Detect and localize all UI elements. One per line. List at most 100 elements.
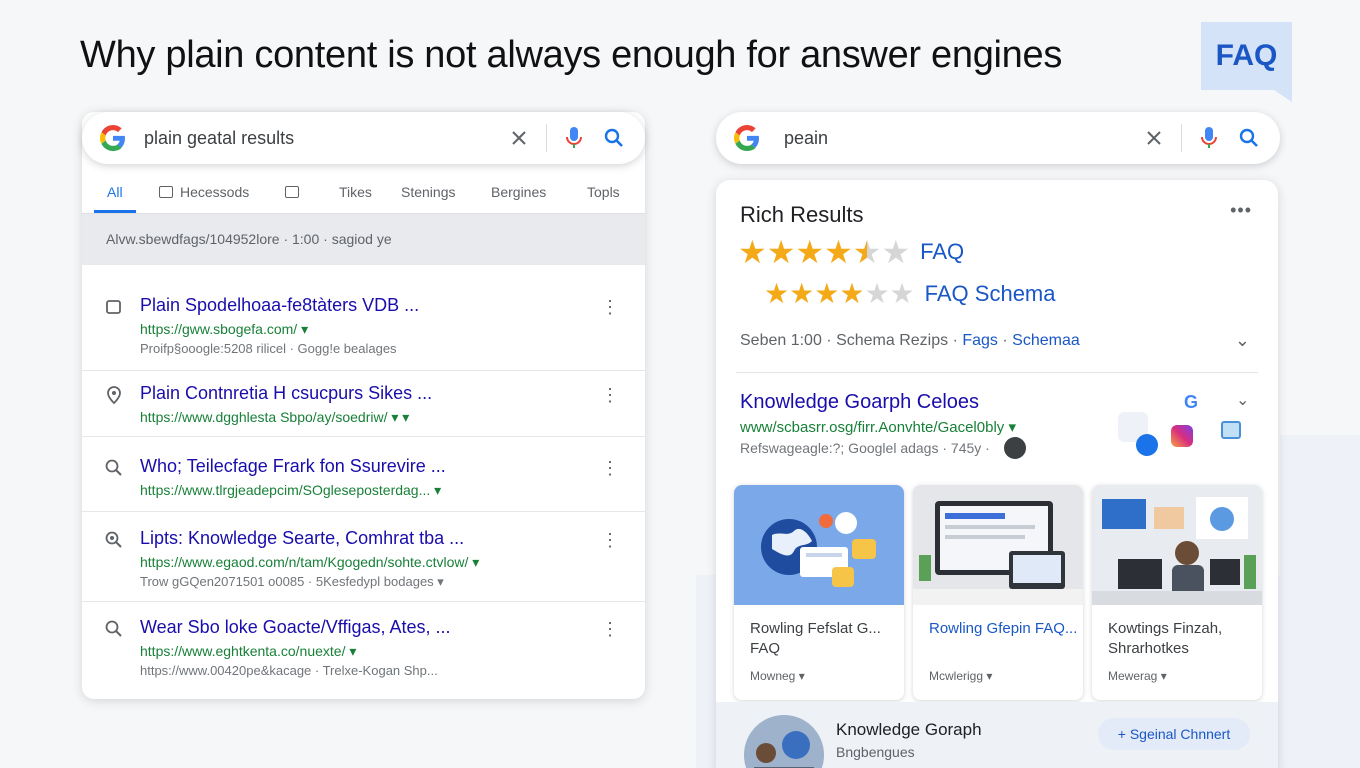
chevron-down-icon[interactable]: ⌄	[1235, 330, 1250, 351]
google-g-icon: G	[1184, 392, 1199, 412]
search-result[interactable]: Who; Teilecfage Frark fon Ssurevire ... …	[82, 444, 645, 512]
result-url[interactable]: https://www.egaod.com/n/tam/Kgogedn/soht…	[140, 554, 479, 571]
card-title[interactable]: Rowling Fefslat G... FAQ	[750, 619, 900, 659]
instagram-icon	[1171, 425, 1193, 447]
image-icon	[1221, 421, 1241, 439]
tab-settings[interactable]: Stenings	[401, 184, 455, 200]
card-meta: Mcwlerigg ▾	[929, 669, 993, 683]
tab-engines[interactable]: Bergines	[491, 184, 546, 200]
star-icon: ★	[766, 234, 796, 270]
more-options-icon[interactable]: ⋮	[601, 385, 619, 406]
google-logo-icon	[100, 125, 125, 151]
more-options-icon[interactable]: ⋮	[601, 530, 619, 551]
star-icon: ★	[881, 234, 911, 270]
search-result[interactable]: Plain Spodelhoaa-fe8tàters VDB ... https…	[82, 283, 645, 371]
globe-illustration	[734, 485, 904, 605]
divider	[736, 372, 1258, 373]
rich-result-meta: Seben 1:00 · Schema Rezips · Fags · Sche…	[740, 332, 1080, 350]
page-title: Why plain content is not always enough f…	[80, 34, 1063, 76]
rating-label[interactable]: FAQ	[920, 239, 964, 265]
meta-link[interactable]: Schemaa	[1012, 332, 1080, 349]
search-icon[interactable]	[601, 125, 627, 151]
panel-title: Rich Results	[740, 202, 864, 227]
square-icon	[106, 300, 121, 314]
app-icon	[1004, 437, 1026, 459]
rating-row: ★ ★ ★ ★ ★ ★ FAQ	[738, 236, 964, 268]
search-result[interactable]: Plain Contnretia H csucpurs Sikes ... ht…	[82, 371, 645, 437]
knowledge-graph-card-subtitle: Bngbengues	[836, 744, 915, 760]
clear-icon[interactable]	[506, 125, 532, 151]
background-panel	[1280, 435, 1360, 768]
zoom-icon	[105, 531, 122, 548]
card-meta: Mowneg ▾	[750, 669, 805, 683]
video-icon	[285, 186, 299, 198]
result-card[interactable]: Rowling Fefslat G... FAQ Mowneg ▾	[734, 485, 904, 700]
result-meta: Proifp§ooogle:5208 rilicel · Gogg!e beal…	[140, 341, 397, 356]
clear-icon[interactable]	[1141, 125, 1167, 151]
result-title[interactable]: Wear Sbo loke Goacte/Vffigas, Ates, ...	[140, 617, 451, 638]
right-search-bar[interactable]: peain	[716, 112, 1280, 164]
chevron-down-icon[interactable]: ⌄	[1236, 390, 1249, 410]
more-options-icon[interactable]: •••	[1230, 200, 1252, 221]
tab-tools[interactable]: Topls	[587, 184, 620, 200]
knowledge-graph-title[interactable]: Knowledge Goarph Celoes	[740, 391, 979, 414]
divider	[546, 124, 547, 152]
card-title[interactable]: Kowtings Finzah, Shrarhotkes	[1108, 619, 1258, 659]
more-options-icon[interactable]: ⋮	[601, 619, 619, 640]
result-title[interactable]: Plain Spodelhoaa-fe8tàters VDB ...	[140, 295, 419, 316]
result-url[interactable]: https://www.eghtkenta.co/nuexte/ ▾	[140, 643, 356, 660]
images-icon	[159, 186, 173, 198]
card-title[interactable]: Rowling Gfepin FAQ...	[929, 619, 1079, 639]
location-pin-icon	[107, 386, 121, 405]
monitor-illustration	[913, 485, 1083, 605]
search-result[interactable]: Wear Sbo loke Goacte/Vffigas, Ates, ... …	[82, 605, 645, 689]
tab-all[interactable]: All	[107, 184, 123, 200]
chrome-icon	[1136, 434, 1158, 456]
result-title[interactable]: Plain Contnretia H csucpurs Sikes ...	[140, 383, 432, 404]
rating-label[interactable]: FAQ Schema	[925, 281, 1056, 307]
knowledge-graph-card-title[interactable]: Knowledge Goraph	[836, 720, 982, 740]
result-card[interactable]: Kowtings Finzah, Shrarhotkes Mewerag ▾	[1092, 485, 1262, 700]
search-icon	[105, 459, 122, 476]
star-icon: ★	[864, 278, 890, 309]
star-icon: ★	[764, 278, 790, 309]
microphone-icon[interactable]	[561, 125, 587, 151]
result-url[interactable]: https://gww.sbogefa.com/ ▾	[140, 321, 308, 338]
result-title[interactable]: Who; Teilecfage Frark fon Ssurevire ...	[140, 456, 446, 477]
google-logo-icon	[734, 125, 759, 151]
search-result[interactable]: Lipts: Knowledge Searte, Comhrat tba ...…	[82, 516, 645, 602]
star-icon: ★	[789, 278, 815, 309]
result-url[interactable]: https://www.dgghlesta Sbpo/ay/soedriw/ ▾…	[140, 409, 409, 426]
add-button[interactable]: + Sgeinal Chnnert	[1098, 718, 1250, 750]
meta-separator: ·	[997, 332, 1013, 349]
knowledge-graph-url[interactable]: www/scbasrr.osg/firr.Aonvhte/Gacel0bly ▾	[740, 418, 1016, 436]
meta-link[interactable]: Fags	[962, 332, 998, 349]
star-icon: ★	[738, 234, 767, 270]
search-input[interactable]: plain geatal results	[144, 128, 492, 149]
knowledge-graph-meta: Refswageagle:?; Googlel adags · 745y ·	[740, 440, 990, 456]
tab-videos[interactable]: Tikes	[339, 184, 372, 200]
result-card[interactable]: Rowling Gfepin FAQ... Mcwlerigg ▾	[913, 485, 1083, 700]
person-at-desk-illustration	[1092, 485, 1262, 605]
star-icon: ★	[839, 278, 865, 309]
result-title[interactable]: Lipts: Knowledge Searte, Comhrat tba ...	[140, 528, 464, 549]
result-url[interactable]: https://www.tlrgjeadepcim/SOgleseposterd…	[140, 482, 441, 499]
more-options-icon[interactable]: ⋮	[601, 458, 619, 479]
faq-badge: FAQ	[1201, 22, 1292, 102]
left-search-bar[interactable]: plain geatal results	[82, 112, 645, 164]
star-icon: ★	[814, 278, 840, 309]
result-meta: Trow gGQen2071501 o0085 · 5Kesfedypl bod…	[140, 574, 444, 589]
rating-row: ★ ★ ★ ★ ★ ★ FAQ Schema	[764, 278, 1056, 310]
more-options-icon[interactable]: ⋮	[601, 297, 619, 318]
star-icon: ★	[889, 278, 915, 309]
search-input[interactable]: peain	[784, 128, 1127, 149]
search-icon	[105, 620, 122, 637]
card-meta: Mewerag ▾	[1108, 669, 1167, 683]
microphone-icon[interactable]	[1196, 125, 1222, 151]
rich-results-panel: Rich Results ••• ★ ★ ★ ★ ★ ★ FAQ ★ ★ ★ ★…	[716, 180, 1278, 768]
active-tab-indicator	[94, 210, 136, 213]
star-icon: ★	[795, 234, 825, 270]
result-meta: https://www.00420pe&kacage · Trelxe-Koga…	[140, 663, 438, 678]
search-icon[interactable]	[1236, 125, 1262, 151]
tab-images[interactable]: Hecessods	[180, 184, 249, 200]
